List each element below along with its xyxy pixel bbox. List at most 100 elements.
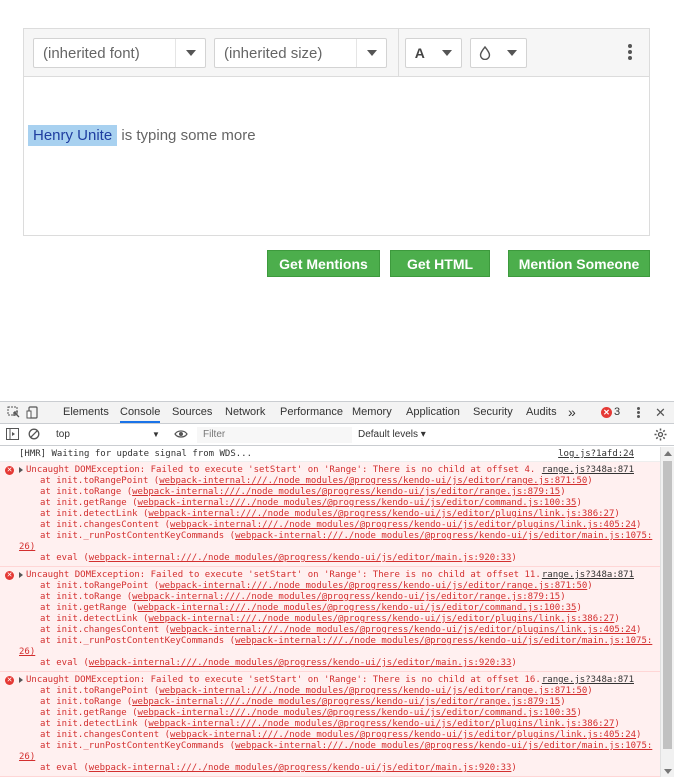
stack-frame-prefix: at init.toRange ( (40, 487, 133, 497)
error-headline[interactable]: ✕ Uncaught DOMException: Failed to execut… (0, 465, 660, 476)
stack-link-tail[interactable]: 26) (19, 647, 35, 657)
log-levels-dropdown[interactable]: Default levels ▾ (358, 424, 426, 445)
get-html-button[interactable]: Get HTML (390, 250, 490, 277)
console-scrollbar[interactable] (660, 447, 674, 777)
tab-application[interactable]: Application (406, 402, 460, 423)
stack-link-tail[interactable]: 26) (19, 752, 35, 762)
stack-frame-suffix: ) (614, 614, 620, 624)
stack-frame: at init.toRange (webpack-internal:///./n… (0, 592, 660, 603)
fore-color-button[interactable]: A (405, 38, 462, 68)
tab-elements[interactable]: Elements (63, 402, 109, 423)
stack-link-tail[interactable]: 26) (19, 542, 35, 552)
stack-frame-prefix: at eval ( (40, 553, 89, 563)
stack-frame-wrap: 26) (0, 752, 660, 763)
close-devtools-button[interactable]: ✕ (655, 402, 666, 423)
stack-frame-link[interactable]: webpack-internal:///./node_modules/@prog… (159, 476, 587, 486)
tab-network[interactable]: Network (225, 402, 265, 423)
stack-frame-link[interactable]: webpack-internal:///./node_modules/@prog… (138, 708, 577, 718)
eye-icon[interactable] (174, 428, 188, 441)
stack-frame-suffix: ) (614, 509, 620, 519)
tab-performance[interactable]: Performance (280, 402, 343, 423)
error-headline[interactable]: ✕ Uncaught DOMException: Failed to execut… (0, 675, 660, 686)
stack-frame-link[interactable]: webpack-internal:///./node_modules/@prog… (235, 741, 652, 751)
stack-frame-link[interactable]: webpack-internal:///./node_modules/@prog… (170, 520, 636, 530)
scrollbar-thumb[interactable] (663, 461, 672, 749)
stack-frame-link[interactable]: webpack-internal:///./node_modules/@prog… (148, 614, 614, 624)
stack-frame-prefix: at init._runPostContentKeyCommands ( (40, 531, 236, 541)
more-options-icon[interactable] (628, 44, 632, 60)
tab-console[interactable]: Console (120, 402, 161, 423)
mention-tag[interactable]: Henry Unite (28, 125, 118, 146)
stack-frame-link[interactable]: webpack-internal:///./node_modules/@prog… (89, 658, 512, 668)
stack-frame-link[interactable]: webpack-internal:///./node_modules/@prog… (89, 553, 512, 563)
stack-frame-link[interactable]: webpack-internal:///./node_modules/@prog… (159, 581, 587, 591)
devtools-tabbar: Elements Console Sources Network Perform… (0, 402, 674, 424)
font-size-dropdown[interactable]: (inherited size) (214, 38, 387, 68)
font-size-value: (inherited size) (224, 44, 323, 62)
stack-frame: at init.toRange (webpack-internal:///./n… (0, 697, 660, 708)
tab-sources[interactable]: Sources (172, 402, 212, 423)
stack-frame-link[interactable]: webpack-internal:///./node_modules/@prog… (159, 686, 587, 696)
stack-frame-link[interactable]: webpack-internal:///./node_modules/@prog… (138, 498, 577, 508)
tab-audits[interactable]: Audits (526, 402, 557, 423)
tab-memory[interactable]: Memory (352, 402, 392, 423)
tab-security[interactable]: Security (473, 402, 513, 423)
font-name-value: (inherited font) (43, 44, 140, 62)
context-chevron-down-icon[interactable]: ▼ (152, 424, 160, 445)
inspect-element-icon[interactable] (7, 406, 21, 419)
stack-frame-suffix: ) (587, 686, 593, 696)
stack-frame-prefix: at init.getRange ( (40, 708, 138, 718)
stack-frame-link[interactable]: webpack-internal:///./node_modules/@prog… (132, 487, 560, 497)
more-tabs-button[interactable]: » (568, 402, 576, 423)
gear-icon[interactable] (654, 428, 668, 441)
error-count[interactable]: 3 (614, 402, 620, 423)
stack-frame-link[interactable]: webpack-internal:///./node_modules/@prog… (89, 763, 512, 773)
mention-someone-button[interactable]: Mention Someone (508, 250, 650, 277)
stack-frame: at init.changesContent (webpack-internal… (0, 625, 660, 636)
editor-content[interactable]: Henry Unite is typing some more (24, 77, 649, 146)
error-headline[interactable]: ✕ Uncaught DOMException: Failed to execut… (0, 570, 660, 581)
stack-frame-prefix: at init.toRangePoint ( (40, 686, 160, 696)
stack-frame-prefix: at eval ( (40, 763, 89, 773)
console-filter-input[interactable]: Filter (197, 427, 352, 443)
stack-frame-link[interactable]: webpack-internal:///./node_modules/@prog… (132, 697, 560, 707)
source-link[interactable]: range.js?348a:871 (542, 465, 634, 476)
source-link[interactable]: range.js?348a:871 (542, 570, 634, 581)
stack-frame-link[interactable]: webpack-internal:///./node_modules/@prog… (138, 603, 577, 613)
stack-frame-prefix: at init.getRange ( (40, 498, 138, 508)
stack-frame-link[interactable]: webpack-internal:///./node_modules/@prog… (148, 509, 614, 519)
stack-frame-link[interactable]: webpack-internal:///./node_modules/@prog… (235, 636, 652, 646)
scroll-up-icon[interactable] (664, 451, 672, 456)
source-link[interactable]: log.js?1afd:24 (558, 447, 634, 462)
stack-frame-suffix: ) (560, 592, 566, 602)
stack-frame-link[interactable]: webpack-internal:///./node_modules/@prog… (235, 531, 652, 541)
stack-frame: at init.getRange (webpack-internal:///./… (0, 603, 660, 614)
stack-frame-prefix: at init.changesContent ( (40, 625, 171, 635)
expand-triangle-icon[interactable] (19, 467, 23, 473)
stack-frame-link[interactable]: webpack-internal:///./node_modules/@prog… (170, 625, 636, 635)
font-name-dropdown[interactable]: (inherited font) (33, 38, 206, 68)
stack-frame-prefix: at init.detectLink ( (40, 719, 149, 729)
stack-frame: at eval (webpack-internal:///./node_modu… (0, 553, 660, 564)
context-selector[interactable]: top (56, 424, 70, 445)
sidebar-toggle-icon[interactable] (6, 428, 20, 441)
get-mentions-button[interactable]: Get Mentions (267, 250, 380, 277)
back-color-button[interactable] (470, 38, 527, 68)
devtools-menu-icon[interactable] (637, 407, 640, 418)
clear-console-icon[interactable] (28, 428, 42, 441)
stack-frame-prefix: at eval ( (40, 658, 89, 668)
expand-triangle-icon[interactable] (19, 677, 23, 683)
stack-frame-link[interactable]: webpack-internal:///./node_modules/@prog… (148, 719, 614, 729)
stack-frame-link[interactable]: webpack-internal:///./node_modules/@prog… (132, 592, 560, 602)
source-link[interactable]: range.js?348a:871 (542, 675, 634, 686)
error-count-icon[interactable]: ✕ (601, 407, 612, 418)
stack-frame-link[interactable]: webpack-internal:///./node_modules/@prog… (170, 730, 636, 740)
stack-frame-suffix: ) (576, 708, 582, 718)
stack-frame: at init._runPostContentKeyCommands (webp… (0, 636, 660, 647)
chevron-down-icon (356, 39, 386, 67)
stack-frame: at init.getRange (webpack-internal:///./… (0, 708, 660, 719)
error-text: Uncaught DOMException: Failed to execute… (26, 465, 536, 475)
scroll-down-icon[interactable] (664, 769, 672, 774)
expand-triangle-icon[interactable] (19, 572, 23, 578)
device-toolbar-icon[interactable] (26, 406, 40, 419)
